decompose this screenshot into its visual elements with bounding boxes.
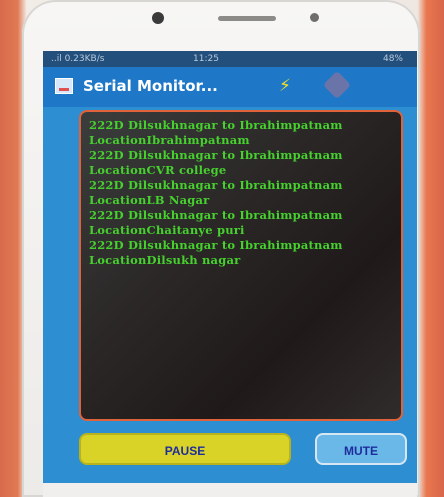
log-location: LocationDilsukh nagar (89, 253, 241, 267)
connection-icon[interactable] (322, 70, 352, 100)
sensor-dot (152, 12, 164, 24)
earpiece-speaker (218, 16, 276, 21)
log-location: LocationCVR college (89, 163, 227, 177)
mute-button[interactable]: MUTE (315, 433, 407, 465)
phone-bottom-bezel (43, 483, 417, 497)
network-speed: ..il 0.23KB/s (51, 54, 105, 64)
app-title: Serial Monitor... (83, 77, 218, 95)
log-location: LocationChaitanye puri (89, 223, 245, 237)
log-entry: 222D Dilsukhnagar to Ibrahimpatnam Locat… (89, 208, 393, 238)
log-entry: 222D Dilsukhnagar to Ibrahimpatnam Locat… (89, 178, 393, 208)
status-time: 11:25 (193, 54, 219, 64)
log-location: LocationIbrahimpatnam (89, 133, 250, 147)
log-entry: 222D Dilsukhnagar to Ibrahimpatnam Locat… (89, 238, 393, 268)
front-camera (310, 13, 319, 22)
battery-level: 48% (382, 54, 403, 64)
log-route: 222D Dilsukhnagar to Ibrahimpatnam (89, 148, 343, 162)
log-location: LocationLB Nagar (89, 193, 210, 207)
serial-monitor-icon (55, 78, 73, 94)
log-route: 222D Dilsukhnagar to Ibrahimpatnam (89, 238, 343, 252)
app-bar: Serial Monitor... ⚡ (43, 67, 417, 107)
status-bar: ..il 0.23KB/s 11:25 48% (43, 51, 417, 67)
phone-screen: ..il 0.23KB/s 11:25 48% Serial Monitor..… (43, 51, 417, 483)
log-entry: 222D Dilsukhnagar to Ibrahimpatnam Locat… (89, 118, 393, 148)
log-entry: 222D Dilsukhnagar to Ibrahimpatnam Locat… (89, 148, 393, 178)
log-route: 222D Dilsukhnagar to Ibrahimpatnam (89, 208, 343, 222)
bolt-icon[interactable]: ⚡ (279, 76, 291, 96)
serial-log[interactable]: 222D Dilsukhnagar to Ibrahimpatnam Locat… (79, 110, 403, 421)
log-route: 222D Dilsukhnagar to Ibrahimpatnam (89, 118, 343, 132)
pause-button[interactable]: PAUSE (79, 433, 291, 465)
log-route: 222D Dilsukhnagar to Ibrahimpatnam (89, 178, 343, 192)
